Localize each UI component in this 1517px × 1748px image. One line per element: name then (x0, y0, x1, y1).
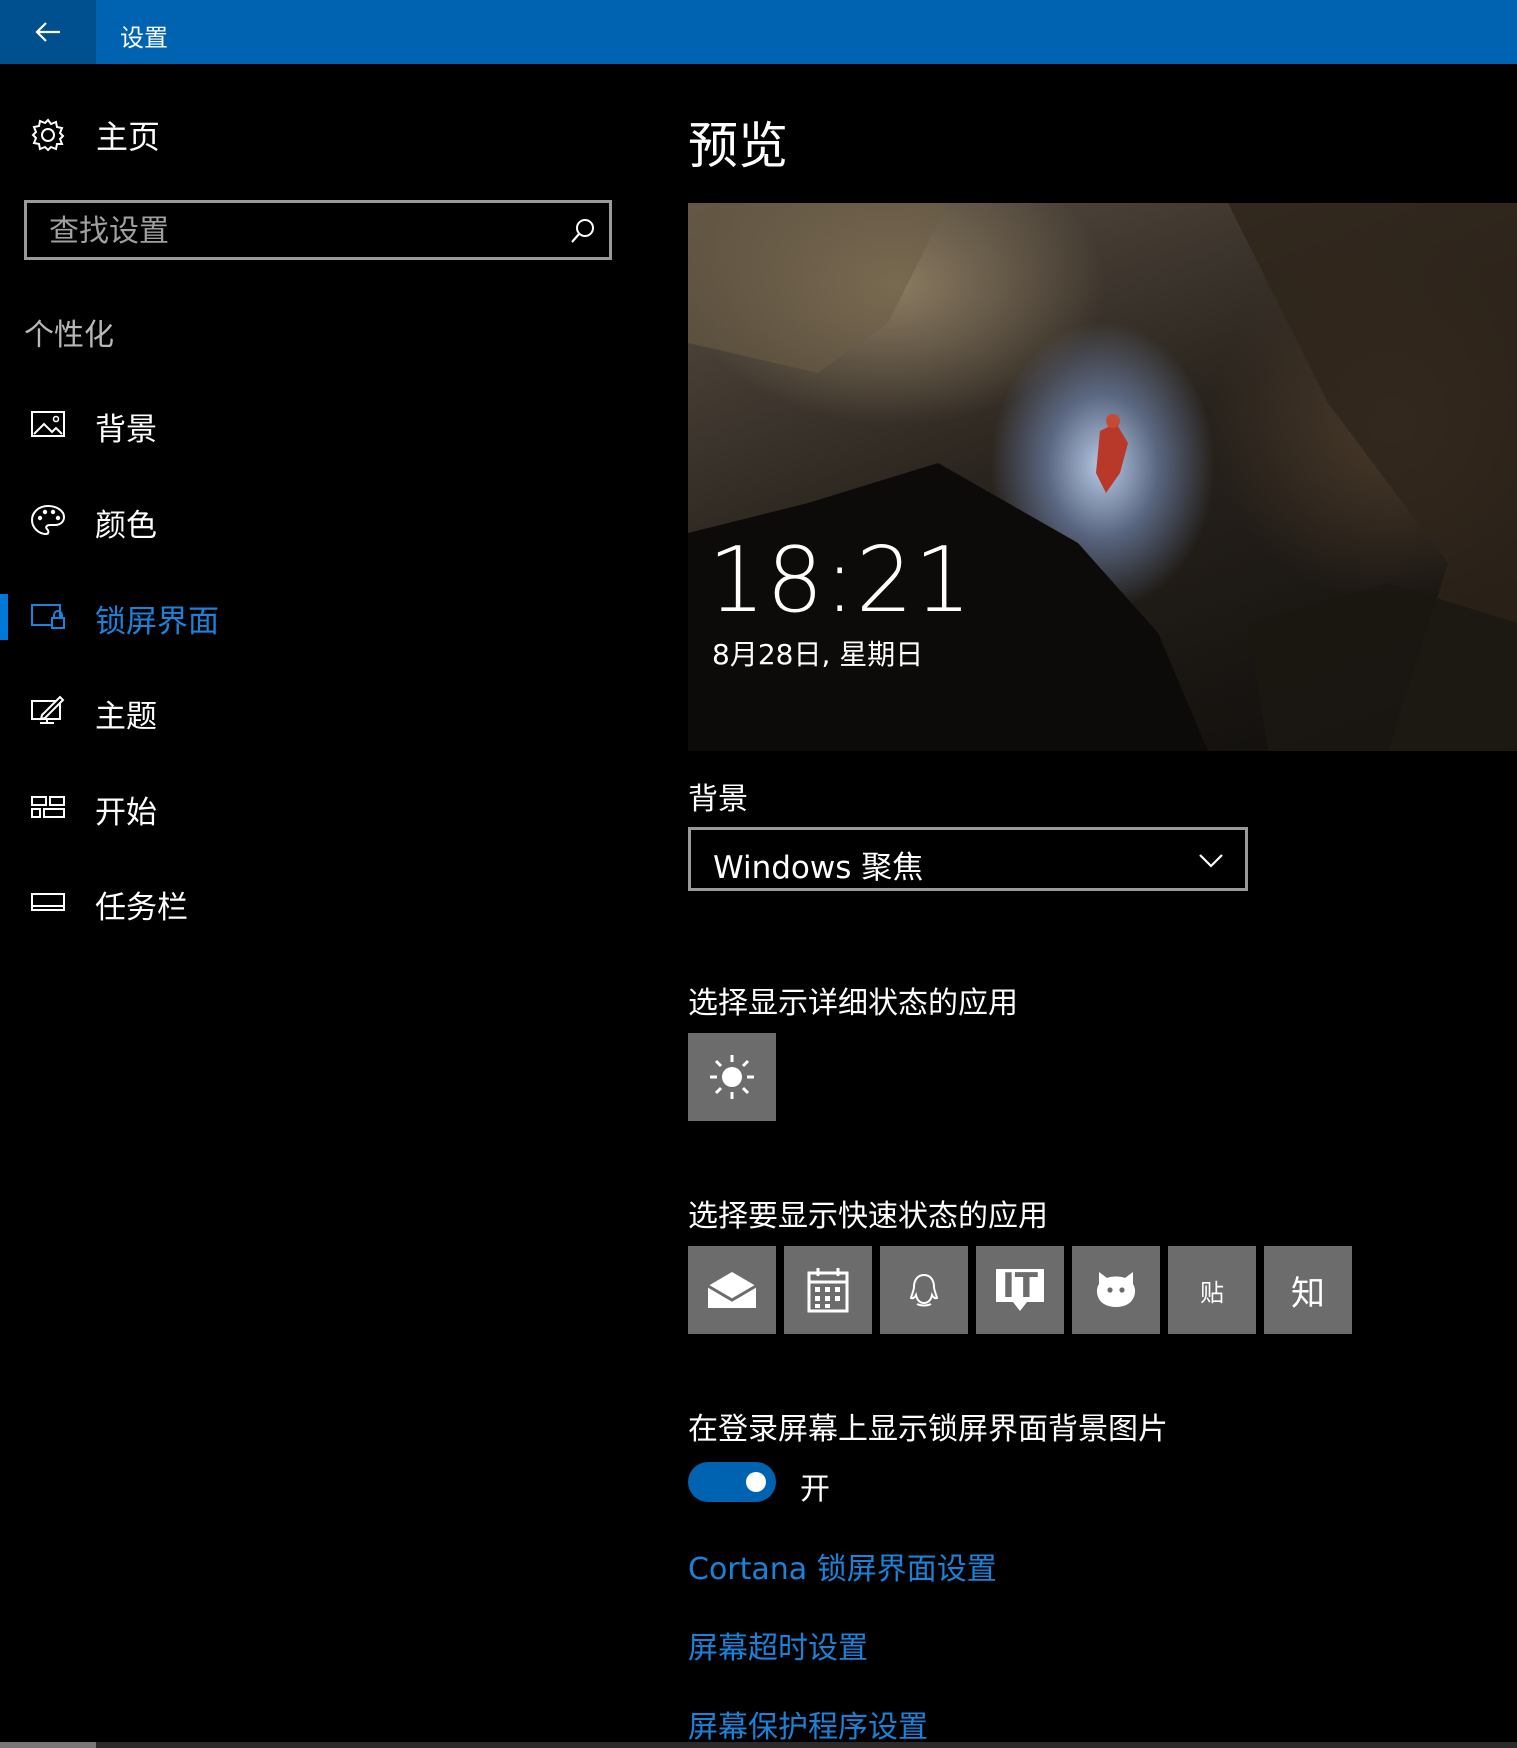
quick-app-tile-mail[interactable] (688, 1246, 776, 1334)
section-title: 个性化 (24, 318, 114, 353)
background-dropdown[interactable]: Windows 聚焦 (688, 827, 1248, 891)
sidebar-item-label: 颜色 (95, 508, 157, 544)
theme-icon (31, 695, 65, 724)
image-icon (31, 411, 65, 437)
zhihu-icon: 知 (1291, 1273, 1325, 1314)
active-indicator (0, 594, 8, 640)
lock-screen-icon (31, 604, 65, 629)
bottom-edge (0, 1742, 1517, 1748)
sidebar-item-start[interactable]: 开始 (0, 777, 640, 837)
login-background-label: 在登录屏幕上显示锁屏界面背景图片 (688, 1412, 1168, 1447)
start-icon (31, 796, 65, 818)
sidebar-item-themes[interactable]: 主题 (0, 681, 640, 741)
detail-status-label: 选择显示详细状态的应用 (688, 986, 1018, 1021)
quick-app-tile-calendar[interactable] (784, 1246, 872, 1334)
palette-icon (30, 504, 66, 536)
bottom-edge-segment (0, 1742, 96, 1748)
calendar-icon (807, 1268, 849, 1313)
ithome-text: IT (1002, 1266, 1038, 1306)
cortana-lock-screen-link[interactable]: Cortana 锁屏界面设置 (688, 1544, 997, 1588)
chat-bubble-icon (1096, 1272, 1136, 1307)
taskbar-icon (31, 893, 65, 911)
quick-app-tile-ithome[interactable]: IT (976, 1246, 1064, 1334)
sidebar-item-taskbar[interactable]: 任务栏 (0, 872, 640, 932)
quick-status-label: 选择要显示快速状态的应用 (688, 1199, 1048, 1234)
background-label: 背景 (688, 782, 748, 817)
search-box[interactable] (24, 200, 612, 260)
sidebar-item-lock-screen[interactable]: 锁屏界面 (0, 586, 640, 646)
background-dropdown-value: Windows 聚焦 (713, 850, 924, 886)
back-arrow-icon (35, 22, 60, 42)
sidebar-item-label: 锁屏界面 (95, 604, 219, 640)
tieba-icon: 贴 (1200, 1278, 1224, 1307)
gear-icon (31, 118, 65, 152)
quick-app-tile-qq[interactable] (880, 1246, 968, 1334)
quick-app-tile-tieba[interactable]: 贴 (1168, 1246, 1256, 1334)
sidebar-item-background[interactable]: 背景 (0, 394, 640, 454)
screen-timeout-link[interactable]: 屏幕超时设置 (688, 1623, 868, 1667)
toggle-knob (746, 1472, 766, 1492)
preview-date: 8月28日, 星期日 (712, 638, 924, 671)
sidebar-item-label: 开始 (95, 795, 157, 831)
quick-app-tile-chat[interactable] (1072, 1246, 1160, 1334)
sidebar-item-label: 任务栏 (95, 890, 188, 926)
search-icon[interactable] (569, 217, 597, 245)
detail-app-tile[interactable] (688, 1033, 776, 1121)
login-background-toggle[interactable] (688, 1462, 776, 1502)
chevron-down-icon (1199, 854, 1223, 868)
mail-icon (707, 1272, 757, 1308)
toggle-state-label: 开 (800, 1472, 830, 1507)
sidebar-item-colors[interactable]: 颜色 (0, 490, 640, 550)
window-title: 设置 (120, 24, 168, 52)
sidebar-item-label: 背景 (95, 412, 157, 448)
screensaver-link[interactable]: 屏幕保护程序设置 (688, 1702, 928, 1746)
qq-icon (909, 1273, 939, 1307)
home-label: 主页 (96, 118, 161, 156)
search-input[interactable] (47, 209, 551, 253)
back-button[interactable] (0, 0, 96, 64)
title-bar: 设置 (0, 0, 1517, 64)
preview-time: 18:21 (708, 528, 973, 633)
preview-heading: 预览 (688, 117, 788, 175)
sidebar-item-label: 主题 (95, 699, 157, 735)
weather-icon (710, 1055, 754, 1099)
home-nav-item[interactable]: 主页 (30, 112, 160, 158)
quick-app-tile-zhihu[interactable]: 知 (1264, 1246, 1352, 1334)
lock-screen-preview: 18:21 8月28日, 星期日 (688, 203, 1517, 751)
